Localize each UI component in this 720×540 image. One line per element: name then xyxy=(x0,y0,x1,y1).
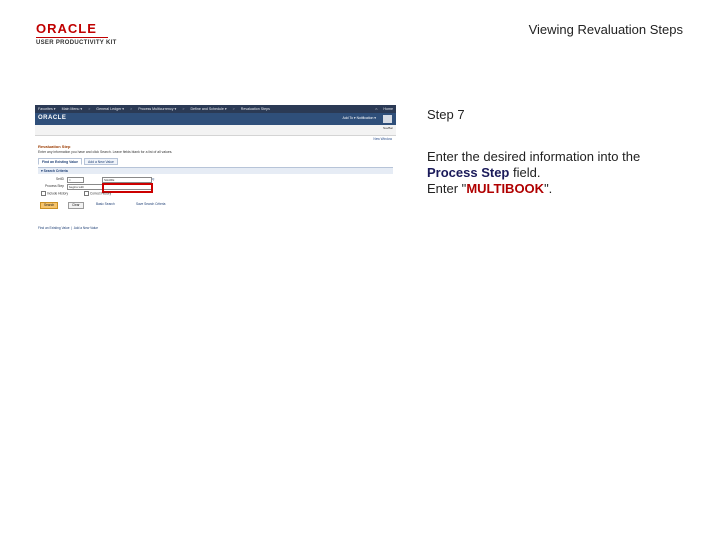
home-icon[interactable]: ⌂ xyxy=(375,107,377,111)
menu-bar: Favorites ▾ Main Menu ▾ > General Ledger… xyxy=(35,105,396,113)
help-text: Enter any information you have and click… xyxy=(38,150,173,154)
setid-operator-select[interactable]: = xyxy=(67,177,84,183)
menu-general-ledger[interactable]: General Ledger ▾ xyxy=(96,107,124,111)
menu-process-multicurrency[interactable]: Process Multicurrency ▾ xyxy=(138,107,176,111)
step-instructions: Enter the desired information into the P… xyxy=(427,149,687,197)
search-actions: Search Clear Basic Search Save Search Cr… xyxy=(38,202,393,212)
home-link[interactable]: Home xyxy=(383,107,393,111)
correct-history-label: Correct History xyxy=(90,191,112,196)
search-criteria-label: Search Criteria xyxy=(43,169,68,173)
process-step-row: Process Step begins with xyxy=(38,183,393,193)
search-button[interactable]: Search xyxy=(40,202,59,209)
menu-define-and-schedule[interactable]: Define and Schedule ▾ xyxy=(190,107,226,111)
enter-text: Enter " xyxy=(427,181,467,196)
enter-text-end: ". xyxy=(544,181,553,196)
enter-value: MULTIBOOK xyxy=(466,181,545,196)
navbar-icon[interactable] xyxy=(383,115,392,123)
include-history-checkbox[interactable] xyxy=(41,191,46,196)
logo-brand: ORACLE xyxy=(36,22,108,38)
breadcrumb-separator: > xyxy=(182,107,185,111)
lookup-icon[interactable]: Q xyxy=(152,177,154,181)
slide-title: Viewing Revaluation Steps xyxy=(528,22,683,37)
search-page: Revaluation Step Enter any information y… xyxy=(35,142,396,232)
breadcrumb-separator: > xyxy=(232,107,235,111)
clear-button[interactable]: Clear xyxy=(68,202,84,209)
setid-label: SetID xyxy=(56,177,64,181)
breadcrumb-separator: > xyxy=(130,107,133,111)
menu-favorites[interactable]: Favorites ▾ xyxy=(38,107,56,111)
save-search-criteria-link[interactable]: Save Search Criteria xyxy=(136,202,165,207)
include-history-label: Include History xyxy=(47,191,69,196)
find-existing-value-link[interactable]: Find an Existing Value xyxy=(38,226,69,230)
collapse-icon[interactable]: ▾ xyxy=(41,169,43,173)
navbar-label[interactable]: NavBar xyxy=(383,126,393,130)
tab-bar: Find an Existing Value Add a New Value xyxy=(38,158,393,165)
tab-find-existing-value[interactable]: Find an Existing Value xyxy=(38,158,82,165)
tab-add-new-value[interactable]: Add a New Value xyxy=(84,158,118,165)
oracle-upk-logo: ORACLE USER PRODUCTIVITY KIT xyxy=(36,22,126,46)
menu-revaluation-steps[interactable]: Revaluation Steps xyxy=(241,107,270,111)
footer-links: Find an Existing Value | Add a New Value xyxy=(38,226,99,230)
history-options-row: Include History Correct History xyxy=(38,191,393,198)
brand-bar: ORACLE Add To ▾ Notification ▾ NavBar xyxy=(35,113,396,136)
setid-row: SetID = SHARE Q xyxy=(38,177,393,184)
breadcrumb-separator: > xyxy=(88,107,91,111)
header-actions[interactable]: Add To ▾ Notification ▾ xyxy=(343,116,377,120)
oracle-brand: ORACLE xyxy=(38,115,67,121)
step-title: Step 7 xyxy=(427,107,465,122)
correct-history-checkbox[interactable] xyxy=(84,191,89,196)
add-new-value-link[interactable]: Add a New Value xyxy=(74,226,98,230)
instruction-text: Enter the desired information into the xyxy=(427,149,641,164)
instruction-field: Process Step xyxy=(427,165,510,180)
process-step-operator-select[interactable]: begins with xyxy=(67,184,104,190)
basic-search-link[interactable]: Basic Search xyxy=(96,202,115,207)
logo-product: USER PRODUCTIVITY KIT xyxy=(36,40,117,46)
include-history-option[interactable]: Include History xyxy=(41,191,68,196)
process-step-label: Process Step xyxy=(45,184,64,188)
application-screenshot: Favorites ▾ Main Menu ▾ > General Ledger… xyxy=(35,105,396,265)
menu-main[interactable]: Main Menu ▾ xyxy=(62,107,83,111)
search-criteria-header[interactable]: ▾ Search Criteria xyxy=(38,167,393,174)
correct-history-option[interactable]: Correct History xyxy=(84,191,111,196)
instruction-text-end: field. xyxy=(509,165,541,180)
